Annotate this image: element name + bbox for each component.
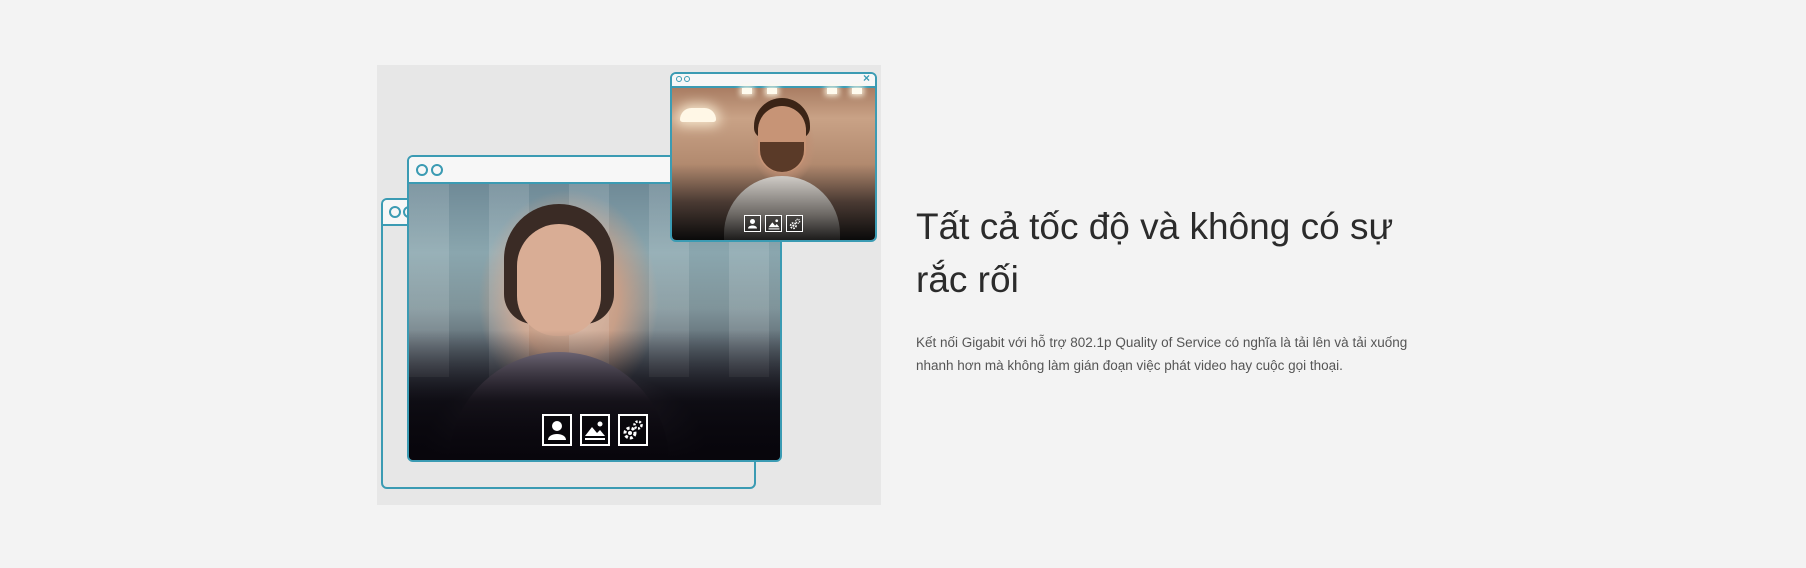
user-icon[interactable]	[744, 215, 761, 232]
image-icon[interactable]	[579, 414, 610, 446]
window-dot-icon	[431, 164, 443, 176]
image-icon[interactable]	[765, 215, 782, 232]
page: × Tất cả tốc độ và không có sự rắc rối K…	[0, 0, 1806, 568]
window-titlebar: ×	[672, 74, 875, 88]
gear-icon[interactable]	[786, 215, 803, 232]
man-shoulders	[724, 176, 840, 240]
user-icon[interactable]	[541, 414, 572, 446]
feature-headline: Tất cả tốc độ và không có sự rắc rối	[916, 206, 1394, 300]
small-video-window: ×	[670, 72, 877, 242]
main-video-controls	[409, 414, 780, 446]
woman-face	[517, 224, 601, 336]
feature-text: Tất cả tốc độ và không có sự rắc rối Kết…	[916, 200, 1426, 377]
ceiling-light	[767, 88, 777, 94]
window-dot-icon	[389, 206, 401, 218]
man-video-feed	[672, 88, 875, 240]
video-call-illustration: ×	[377, 65, 881, 505]
window-dot-icon	[684, 76, 690, 82]
ceiling-light	[827, 88, 837, 94]
ceiling-light	[742, 88, 752, 94]
feature-description: Kết nối Gigabit với hỗ trợ 802.1p Qualit…	[916, 335, 1408, 373]
window-dot-icon	[676, 76, 682, 82]
lamp	[680, 108, 716, 122]
window-dot-icon	[416, 164, 428, 176]
close-icon[interactable]: ×	[863, 74, 870, 85]
small-video-controls	[672, 215, 875, 232]
gear-icon[interactable]	[617, 414, 648, 446]
ceiling-light	[852, 88, 862, 94]
